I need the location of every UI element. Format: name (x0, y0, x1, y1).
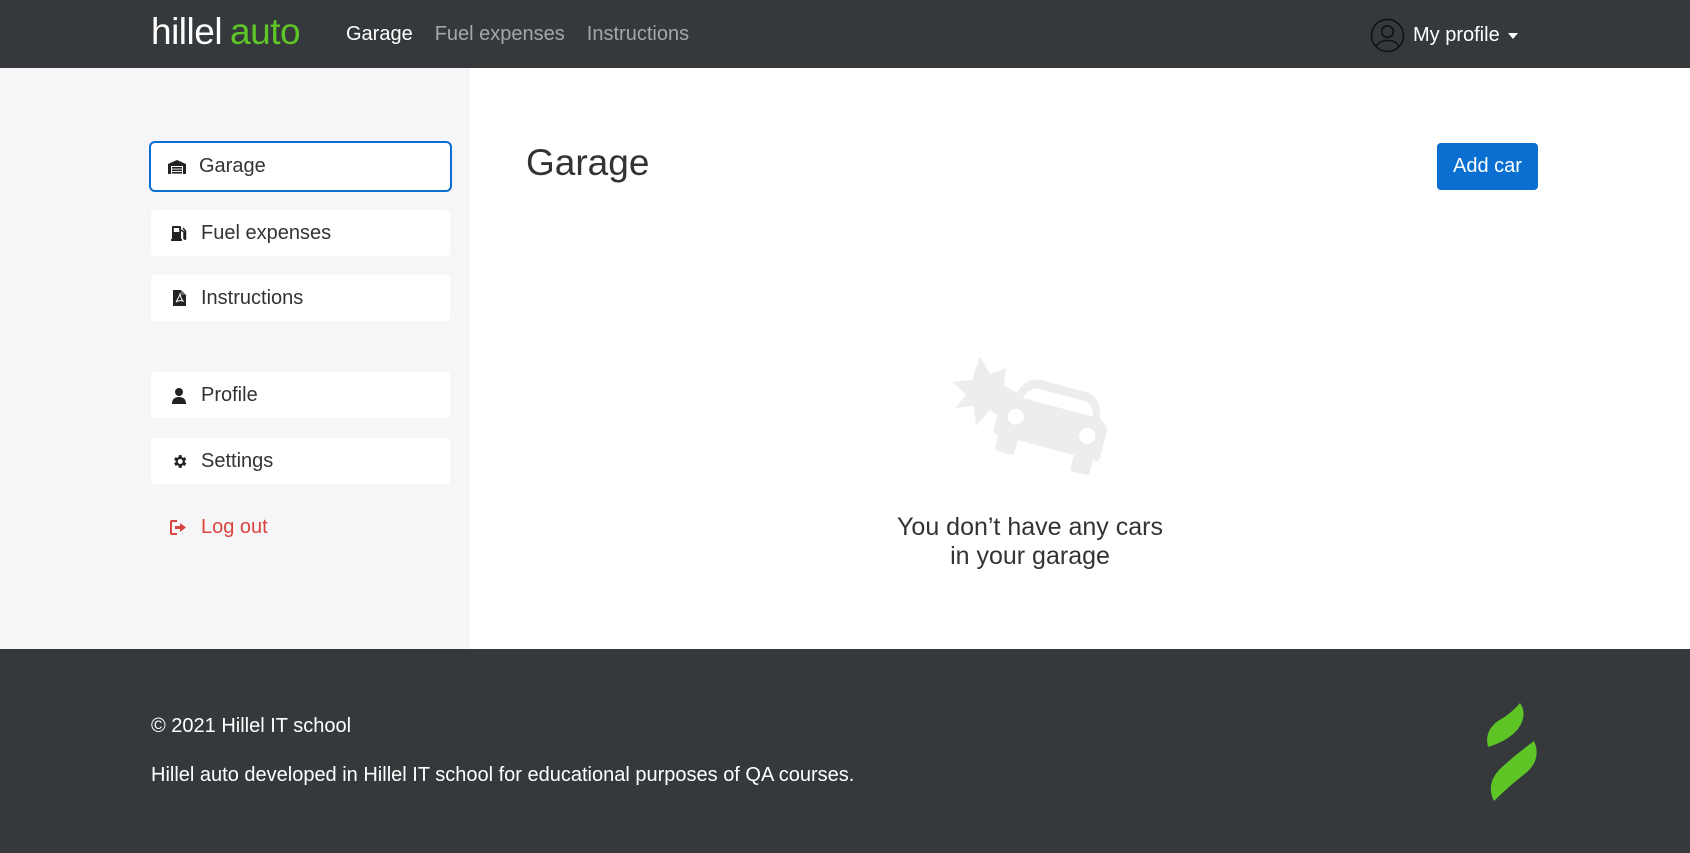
sidebar-item-label: Fuel expenses (201, 221, 332, 244)
empty-garage-message: You don’t have any cars in your garage (850, 513, 1210, 571)
sidebar-item-fuel-expenses[interactable]: Fuel expenses (151, 210, 450, 256)
pdf-file-icon (169, 288, 189, 308)
gear-icon (169, 451, 189, 471)
profile-label: My profile (1413, 23, 1500, 46)
footer: © 2021 Hillel IT school Hillel auto deve… (0, 649, 1690, 853)
sidebar-item-label: Profile (201, 383, 258, 406)
nav-link-garage[interactable]: Garage (346, 23, 413, 46)
fuel-icon (169, 223, 189, 243)
garage-icon (167, 157, 187, 177)
logout-icon (169, 517, 189, 537)
sidebar-item-label: Garage (199, 155, 266, 177)
top-navbar: hillel auto Garage Fuel expenses Instruc… (0, 0, 1690, 68)
hillel-flame-logo-icon (1487, 703, 1537, 801)
user-icon (169, 385, 189, 405)
empty-message-line: in your garage (950, 542, 1110, 570)
sidebar-item-label: Settings (201, 449, 274, 472)
logo-accent-text: auto (230, 11, 301, 52)
caret-down-icon (1507, 33, 1518, 39)
footer-copyright: © 2021 Hillel IT school (151, 715, 352, 737)
footer-description: Hillel auto developed in Hillel IT schoo… (151, 764, 855, 786)
nav-link-fuel-expenses[interactable]: Fuel expenses (435, 23, 565, 46)
sidebar-item-logout[interactable]: Log out (151, 504, 450, 550)
sidebar-item-instructions[interactable]: Instructions (151, 275, 450, 321)
main-content: Garage Add car You don’t have any cars i… (470, 68, 1690, 649)
sidebar-item-settings[interactable]: Settings (151, 438, 450, 484)
main-nav: Garage Fuel expenses Instructions (346, 0, 689, 68)
logo-main-text: hillel (151, 11, 223, 52)
empty-message-line: You don’t have any cars (897, 513, 1163, 541)
page-title: Garage (526, 142, 650, 183)
my-profile-dropdown[interactable]: My profile (1370, 17, 1518, 53)
hillel-auto-logo[interactable]: hillel auto (151, 11, 301, 52)
user-avatar-icon (1370, 18, 1405, 52)
sidebar-item-label: Log out (201, 515, 268, 538)
sidebar-item-profile[interactable]: Profile (151, 372, 450, 418)
sidebar: Garage Fuel expenses Instructions Profil… (0, 68, 470, 649)
car-crash-icon (952, 356, 1107, 475)
sidebar-item-garage[interactable]: Garage (149, 141, 452, 192)
nav-link-instructions[interactable]: Instructions (587, 23, 689, 46)
add-car-button[interactable]: Add car (1437, 143, 1538, 190)
sidebar-item-label: Instructions (201, 286, 304, 309)
